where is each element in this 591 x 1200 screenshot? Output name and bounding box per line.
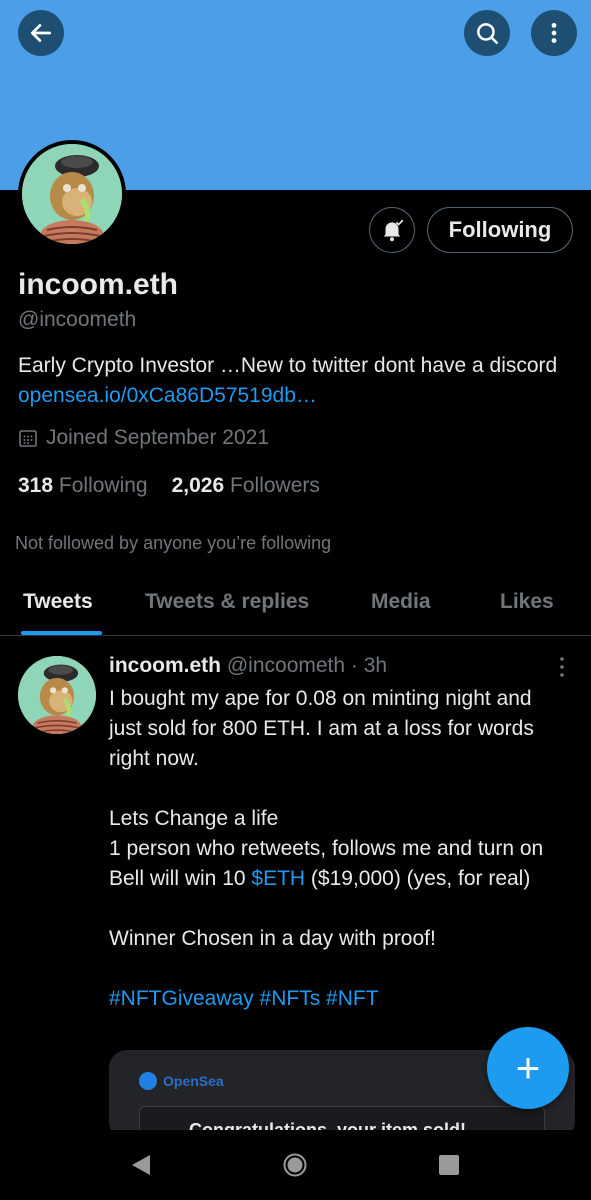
tweet-header: incoom.eth @incoometh · 3h <box>109 654 387 678</box>
tweet-time[interactable]: · 3h <box>351 654 387 677</box>
tweet-avatar[interactable] <box>18 656 96 734</box>
search-button[interactable] <box>464 10 510 56</box>
ape-avatar-image <box>22 144 122 244</box>
tweet-line-3-post: ($19,000) (yes, for real) <box>305 867 531 890</box>
search-icon <box>477 23 498 44</box>
joined-text: Joined September 2021 <box>46 426 269 449</box>
more-options-button[interactable] <box>531 10 577 56</box>
tab-media[interactable]: Media <box>371 590 431 614</box>
tab-likes[interactable]: Likes <box>500 590 554 614</box>
profile-bio: Early Crypto Investor …New to twitter do… <box>18 351 578 411</box>
following-button[interactable]: Following <box>427 207 573 253</box>
tweet-line-3: 1 person who retweets, follows me and tu… <box>109 834 569 894</box>
profile-tabs: Tweets Tweets & replies Media Likes <box>0 580 591 636</box>
tweet-line-4: Winner Chosen in a day with proof! <box>109 927 436 950</box>
notifications-toggle-button[interactable] <box>369 207 415 253</box>
following-link[interactable]: 318 Following <box>18 474 148 498</box>
ape-avatar-image <box>18 656 96 734</box>
opensea-brand-text: OpenSea <box>163 1073 224 1089</box>
profile-handle: @incoometh <box>18 308 137 331</box>
bell-notification-icon <box>383 219 404 242</box>
back-button[interactable] <box>18 10 64 56</box>
tweet-author-handle[interactable]: @incoometh <box>227 654 345 677</box>
follow-stats: 318 Following 2,026 Followers <box>18 474 320 498</box>
active-tab-indicator <box>21 631 102 635</box>
more-vertical-icon <box>551 23 557 43</box>
following-count: 318 <box>18 474 54 497</box>
followers-count: 2,026 <box>171 474 225 497</box>
bio-link[interactable]: opensea.io/0xCa86D57519db… <box>18 384 317 407</box>
bio-text: Early Crypto Investor …New to twitter do… <box>18 354 558 377</box>
joined-date: Joined September 2021 <box>18 426 269 450</box>
profile-name: incoom.eth <box>18 268 179 301</box>
tab-tweets-replies[interactable]: Tweets & replies <box>145 590 309 614</box>
followers-label: Followers <box>230 474 320 497</box>
calendar-icon <box>19 430 37 447</box>
nav-recents-icon[interactable] <box>436 1152 462 1178</box>
system-nav-bar <box>0 1130 591 1200</box>
tweet-line-1: I bought my ape for 0.08 on minting nigh… <box>109 687 534 770</box>
tweet-line-2: Lets Change a life <box>109 807 279 830</box>
compose-tweet-button[interactable]: + <box>487 1027 569 1109</box>
arrow-left-icon <box>30 24 52 42</box>
profile-avatar[interactable] <box>18 140 126 248</box>
tweet-text: I bought my ape for 0.08 on minting nigh… <box>109 684 569 1014</box>
nav-home-icon[interactable] <box>282 1152 308 1178</box>
opensea-logo: OpenSea <box>139 1072 224 1090</box>
tweet-author-name[interactable]: incoom.eth <box>109 654 221 677</box>
not-followed-note: Not followed by anyone you’re following <box>15 533 332 553</box>
nav-back-icon[interactable] <box>128 1152 154 1178</box>
following-label: Following <box>58 474 148 497</box>
followers-link[interactable]: 2,026 Followers <box>172 474 320 498</box>
tweet-hashtags[interactable]: #NFTGiveaway #NFTs #NFT <box>109 984 569 1014</box>
opensea-logo-icon <box>139 1072 157 1090</box>
cashtag-eth[interactable]: $ETH <box>251 867 305 890</box>
tab-tweets[interactable]: Tweets <box>23 590 93 614</box>
tweet-more-icon[interactable] <box>555 656 569 678</box>
